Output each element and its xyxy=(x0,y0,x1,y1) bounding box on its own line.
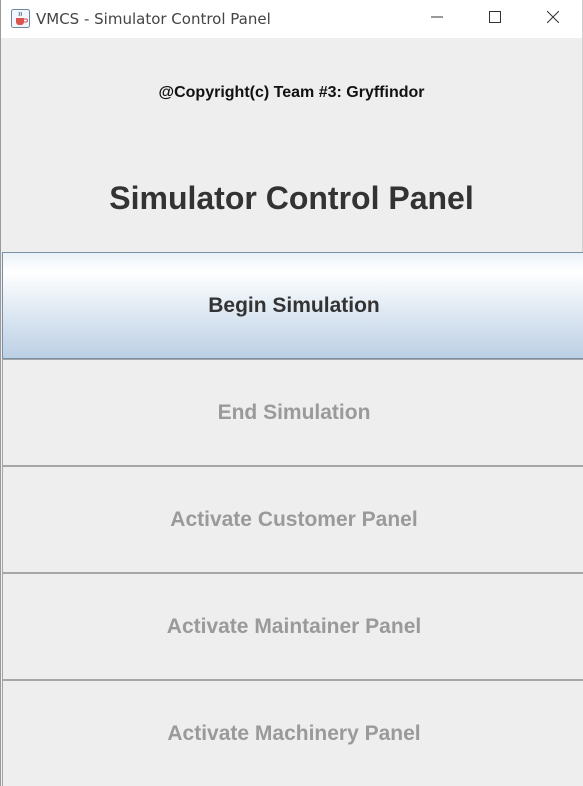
activate-machinery-panel-button[interactable]: Activate Machinery Panel xyxy=(2,680,583,786)
close-icon xyxy=(546,10,560,28)
page-title: Simulator Control Panel xyxy=(109,180,474,216)
minimize-icon xyxy=(431,10,443,28)
maximize-icon xyxy=(489,10,501,28)
window-title: VMCS - Simulator Control Panel xyxy=(36,10,271,28)
end-simulation-button[interactable]: End Simulation xyxy=(2,359,583,466)
activate-customer-panel-button[interactable]: Activate Customer Panel xyxy=(2,466,583,573)
java-cup-icon xyxy=(11,9,30,28)
title-bar[interactable]: VMCS - Simulator Control Panel xyxy=(1,0,582,38)
copyright-label: @Copyright(c) Team #3: Gryffindor xyxy=(158,84,425,101)
activate-maintainer-panel-button[interactable]: Activate Maintainer Panel xyxy=(2,573,583,680)
minimize-button[interactable] xyxy=(408,0,466,38)
maximize-button[interactable] xyxy=(466,0,524,38)
app-window: VMCS - Simulator Control Panel @Copyrigh… xyxy=(0,0,583,786)
begin-simulation-button[interactable]: Begin Simulation xyxy=(2,252,583,359)
close-button[interactable] xyxy=(524,0,582,38)
